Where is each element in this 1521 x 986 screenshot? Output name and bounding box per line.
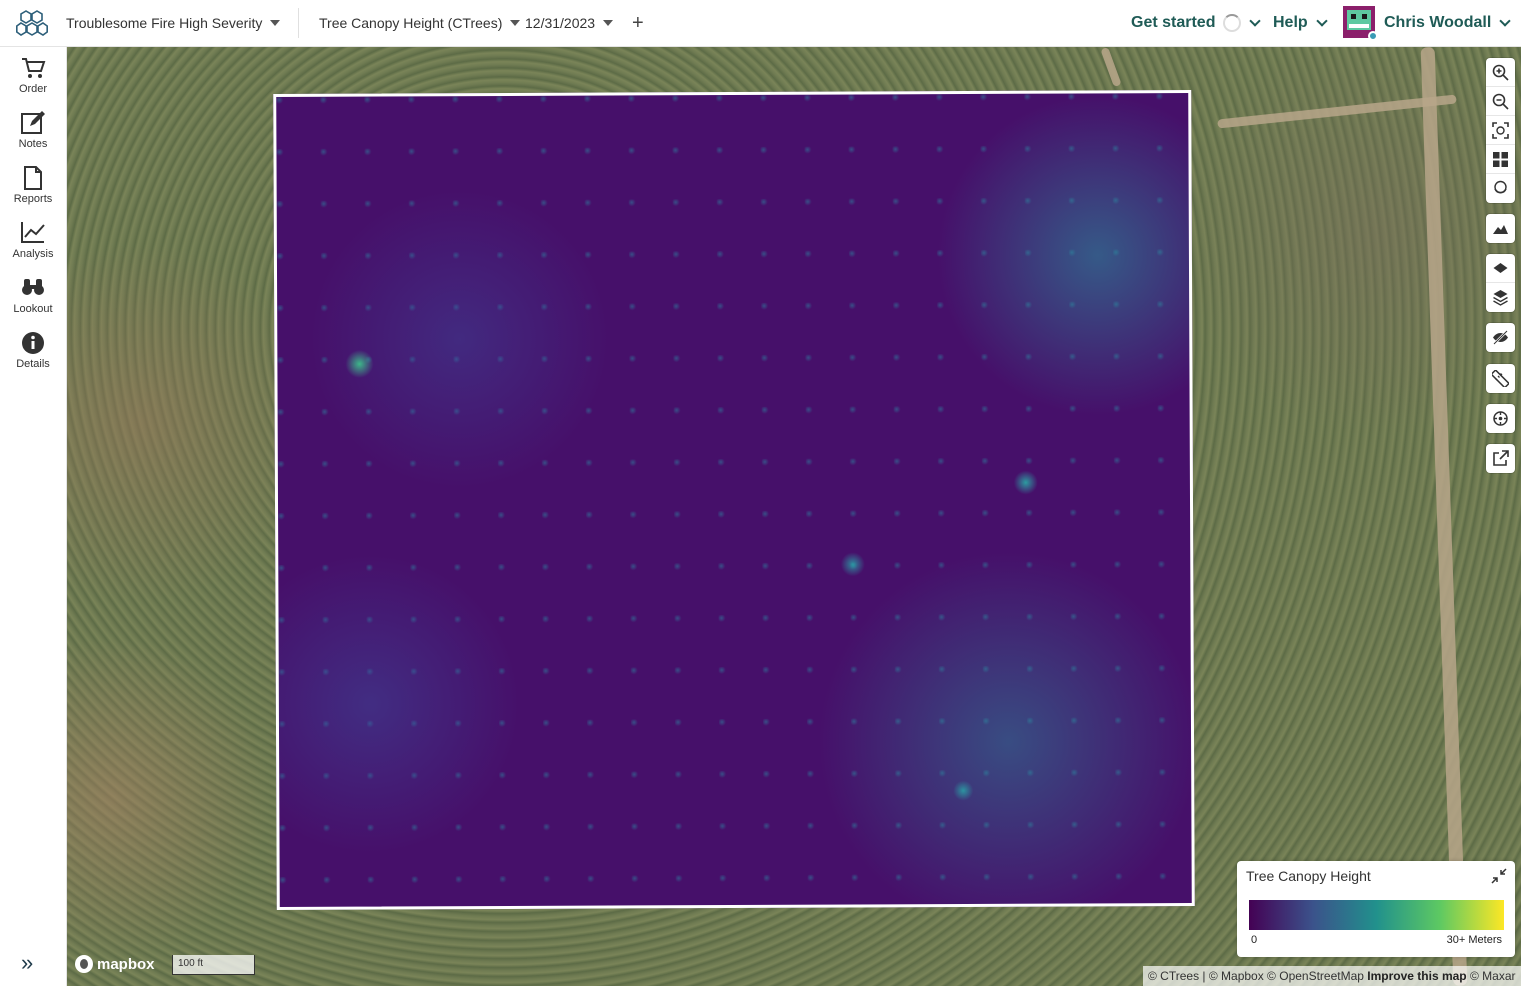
divider [298,8,299,38]
chevron-down-icon [1316,14,1328,27]
layers-button[interactable] [1486,283,1515,312]
binoculars-icon [22,279,44,295]
crosshair-icon [1493,411,1508,426]
sidebar: Order Notes Reports Analysis Lookout Det… [0,47,67,986]
fit-bounds-icon [1492,121,1509,139]
sidebar-item-label: Lookout [13,303,53,315]
legend-max-label: 30+ Meters [1446,934,1502,946]
top-bar: Troublesome Fire High Severity Tree Cano… [0,0,1521,47]
map-tool-group-view [1486,58,1515,203]
open-external-button[interactable] [1486,444,1515,473]
date-value: 12/31/2023 [525,15,596,31]
date-selector[interactable]: 12/31/2023 [525,0,614,46]
layer-icon [1493,262,1508,273]
cart-icon [22,58,46,78]
locate-button[interactable] [1486,404,1515,433]
line-chart-icon [21,222,45,243]
add-layer-button[interactable]: + [632,0,644,46]
basemap-button[interactable] [1486,174,1515,203]
sidebar-item-label: Notes [18,138,48,150]
fit-bounds-button[interactable] [1486,116,1515,145]
zoom-in-icon [1492,64,1509,81]
ruler-icon [1492,370,1509,387]
basemap-icon [1494,180,1507,194]
layer-selector[interactable]: Tree Canopy Height (CTrees) [319,0,521,46]
map-tool-hide [1486,323,1515,352]
layer-name: Tree Canopy Height (CTrees) [319,15,503,31]
sidebar-item-lookout[interactable]: Lookout [0,275,66,327]
map-tool-locate [1486,404,1515,433]
edit-icon [21,111,45,134]
color-ramp [1249,900,1504,930]
map-tool-share [1486,444,1515,473]
attribution-suffix: © Maxar [1466,969,1516,983]
hide-layer-button[interactable] [1486,323,1515,352]
sidebar-item-label: Details [16,358,50,370]
legend-title: Tree Canopy Height [1246,868,1371,884]
mapbox-wordmark: mapbox [97,955,155,973]
get-started-menu[interactable]: Get started [1131,0,1262,46]
scale-bar: 100 ft [172,955,255,975]
terrain-icon [1493,225,1508,234]
caret-down-icon [510,20,521,26]
help-menu[interactable]: Help [1273,0,1328,46]
external-link-icon [1493,450,1509,466]
grid-view-button[interactable] [1486,145,1515,174]
user-menu[interactable]: Chris Woodall [1384,0,1511,46]
canopy-height-raster[interactable] [273,90,1195,910]
sidebar-item-label: Reports [13,193,53,205]
chevron-down-icon [1249,14,1262,27]
chevron-down-icon [1499,14,1511,27]
collapse-icon[interactable] [1491,868,1507,884]
hide-icon [1493,330,1508,345]
sidebar-item-label: Analysis [12,248,54,260]
road [1100,47,1122,88]
online-status-dot [1368,31,1378,41]
improve-map-link[interactable]: Improve this map [1367,969,1466,983]
plus-icon: + [632,11,644,34]
zoom-in-button[interactable] [1486,58,1515,87]
info-icon [22,332,44,354]
app-logo-icon[interactable] [16,9,48,37]
road [1420,47,1468,986]
map-tool-group-layers [1486,254,1515,312]
progress-spinner-icon [1223,14,1242,32]
zoom-out-icon [1492,93,1509,110]
caret-down-icon [270,20,281,26]
map-tool-measure [1486,364,1515,393]
attribution-prefix: © CTrees | © Mapbox © OpenStreetMap [1148,969,1368,983]
layer-button[interactable] [1486,254,1515,283]
map-canvas[interactable] [67,47,1521,986]
map-attribution: © CTrees | © Mapbox © OpenStreetMap Impr… [1143,966,1521,986]
sidebar-item-notes[interactable]: Notes [0,110,66,162]
measure-button[interactable] [1486,364,1515,393]
project-name: Troublesome Fire High Severity [66,15,263,31]
mapbox-icon [75,955,93,973]
terrain-button[interactable] [1486,214,1515,243]
zoom-out-button[interactable] [1486,87,1515,116]
expand-sidebar-button[interactable]: » [21,950,33,976]
sidebar-item-label: Order [18,83,48,95]
grid-icon [1493,151,1508,167]
mapbox-logo[interactable]: mapbox [75,955,155,973]
sidebar-item-analysis[interactable]: Analysis [0,220,66,272]
layers-stack-icon [1493,290,1508,306]
get-started-label: Get started [1131,14,1216,31]
sidebar-item-order[interactable]: Order [0,55,66,107]
legend-min-label: 0 [1251,934,1258,946]
help-label: Help [1273,14,1308,31]
project-selector[interactable]: Troublesome Fire High Severity [66,0,281,46]
sidebar-item-reports[interactable]: Reports [0,165,66,217]
caret-down-icon [603,20,614,26]
road [1217,94,1457,129]
document-icon [24,166,42,190]
legend-panel: Tree Canopy Height 0 30+ Meters [1237,861,1515,957]
sidebar-item-details[interactable]: Details [0,330,66,382]
user-name: Chris Woodall [1384,14,1492,31]
map-tool-terrain [1486,214,1515,243]
